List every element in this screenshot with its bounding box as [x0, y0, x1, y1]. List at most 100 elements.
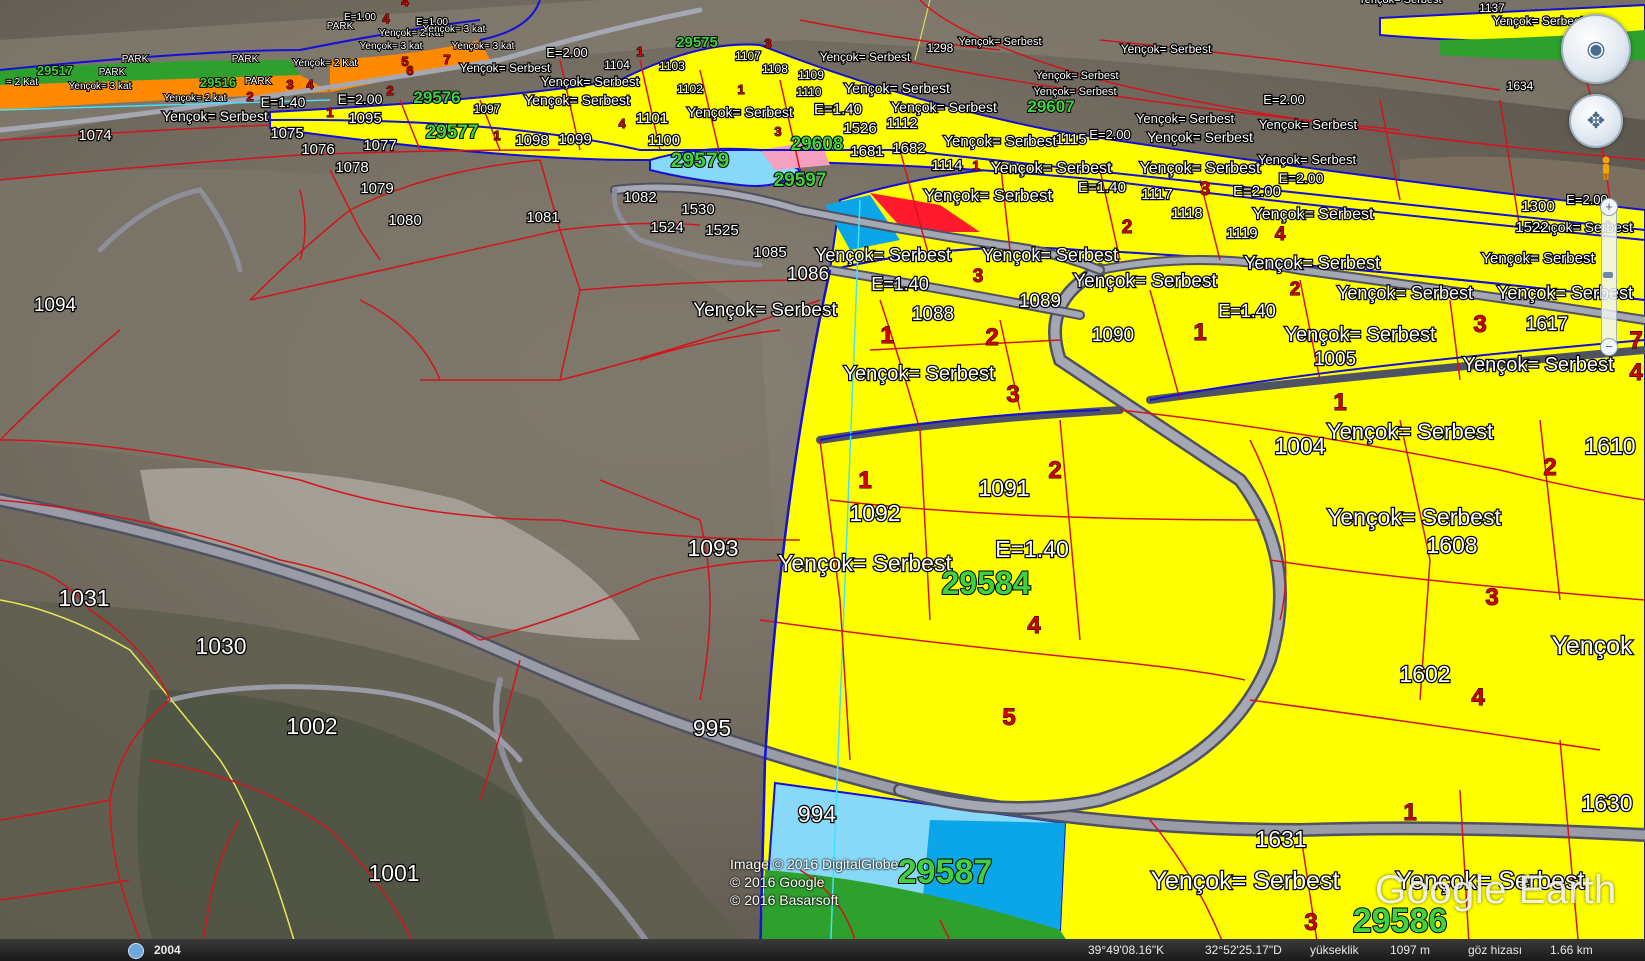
zoning-label: Yençok= Serbest: [162, 108, 268, 124]
small-label: Yençok= 3 kat: [360, 41, 423, 52]
map-canvas[interactable]: Yençok= Serbest Yençok= Serbest Yençok= Se…: [0, 0, 1645, 961]
parcel-number: 1005: [1314, 349, 1356, 370]
zoom-slider-thumb[interactable]: [1603, 272, 1613, 278]
zoning-label: Yençok= Serbest: [843, 363, 994, 385]
zone-id: 29577: [426, 122, 479, 143]
zone-id: 29517: [37, 63, 73, 78]
parcel-number: 1094: [34, 295, 77, 316]
density-label: E=1.40: [995, 536, 1069, 562]
parcel-number: 1077: [363, 137, 396, 154]
zoning-label: Yençok: [1551, 632, 1633, 660]
lot-number: 3: [1200, 179, 1211, 200]
lot-number: 3: [1304, 909, 1317, 936]
zoning-label: Yençok= Serbest: [815, 245, 951, 265]
density-label: E=1.40: [871, 274, 929, 294]
parcel-number: 1095: [348, 110, 381, 127]
zone-id: 29576: [413, 88, 460, 107]
status-bar: 2004 39°49'08.16"K 32°52'25.17"D yüksekl…: [0, 939, 1645, 961]
lot-number: 3: [973, 266, 984, 287]
lot-number: 1: [1403, 799, 1416, 826]
zoning-label: Yençok= Serbest: [982, 245, 1118, 265]
lot-number: 4: [1027, 612, 1041, 639]
parcel-number: 1102: [677, 82, 703, 96]
small-label: PARK: [327, 21, 354, 32]
parcel-number: 995: [693, 715, 731, 741]
parcel-number: 1091: [978, 475, 1029, 501]
parcel-number: 1526: [843, 120, 876, 137]
imagery-year[interactable]: 2004: [154, 939, 181, 961]
density-label: E=1.40: [814, 101, 862, 118]
lot-number: 6: [406, 63, 413, 78]
zoning-label: Yençok= Serbest: [1327, 419, 1493, 444]
historical-imagery-icon[interactable]: [128, 943, 144, 959]
zone-id: 29607: [1027, 97, 1074, 116]
small-label: PARK: [122, 54, 149, 65]
lot-number: 4: [382, 11, 390, 26]
parcel-number: 1090: [1092, 325, 1134, 346]
parcel-number: 1115: [1055, 131, 1086, 148]
small-label: PARK: [245, 76, 272, 87]
small-label: PARK: [232, 54, 259, 65]
look-control[interactable]: ◉: [1561, 14, 1631, 84]
parcel-number: 994: [798, 801, 837, 827]
zoom-slider[interactable]: + −: [1600, 198, 1618, 356]
parcel-number: 1610: [1584, 433, 1635, 459]
small-label: = 2 Kat: [6, 77, 38, 88]
google-earth-logo: Google Earth: [1375, 868, 1617, 912]
parcel-number: 1530: [681, 201, 714, 218]
zoom-in-button[interactable]: +: [1600, 198, 1618, 216]
credit-line: © 2016 Google: [730, 874, 825, 890]
longitude-readout: 32°52'25.17"D: [1205, 943, 1282, 957]
parcel-number: 1078: [335, 159, 368, 176]
elevation-label: yükseklik: [1310, 943, 1359, 957]
lot-number: 3: [1473, 311, 1486, 338]
parcel-number: 1093: [687, 535, 738, 561]
parcel-number: 1117: [1141, 186, 1172, 203]
lot-number: 4: [1471, 684, 1485, 711]
parcel-number: 1119: [1226, 225, 1257, 242]
zoning-label: Yençok= Serbest: [1462, 354, 1613, 376]
lot-number: 1: [858, 467, 871, 494]
parcel-number: 1602: [1399, 661, 1450, 687]
zone-id: 29575: [676, 34, 718, 51]
parcel-number: 1080: [388, 212, 421, 229]
parcel-number: 1074: [78, 127, 111, 144]
lot-number: 1: [326, 105, 333, 120]
parcel-number: 1103: [659, 59, 685, 73]
parcel-number: 1031: [58, 585, 109, 611]
zoning-label: Yençok= Serbest: [1121, 42, 1212, 56]
density-label: E=1.40: [1218, 301, 1276, 321]
zoning-label: Yençok= Serbest: [1136, 111, 1235, 126]
parcel-number: 1101: [636, 110, 668, 127]
street-view-pegman-icon[interactable]: [1601, 156, 1611, 180]
parcel-number: 1634: [1507, 79, 1534, 93]
lot-number: 4: [306, 77, 314, 92]
lot-number: 2: [1543, 454, 1556, 481]
lot-number: 4: [401, 0, 409, 9]
zone-id: 29516: [200, 75, 236, 90]
hand-icon: ✥: [1586, 108, 1606, 133]
imagery-credits: Image © 2016 DigitalGlobe © 2016 Google …: [730, 855, 898, 909]
density-label: E=2.00: [1279, 170, 1324, 186]
parcel-number: 1002: [286, 713, 337, 739]
zoning-label: Yençok= Serbest: [1259, 117, 1358, 132]
zoning-label: Yençok= Serbest: [460, 61, 551, 75]
lot-number: 2: [985, 324, 998, 351]
parcel-number: 1522: [1515, 219, 1548, 236]
move-control[interactable]: ✥: [1569, 94, 1623, 148]
small-label: Yençok= 2 kat: [164, 93, 227, 104]
parcel-number: 1001: [368, 860, 419, 886]
small-label: Yençok= 3 kat: [423, 24, 486, 35]
zoning-label: Yençok= Serbest: [1358, 0, 1441, 6]
lot-number: 2: [1290, 279, 1301, 300]
zoning-label: Yençok= Serbest: [1151, 867, 1340, 895]
density-label: E=2.00: [546, 45, 588, 60]
parcel-number: 1081: [526, 209, 559, 226]
latitude-readout: 39°49'08.16"K: [1088, 943, 1165, 957]
parcel-number: 1112: [886, 115, 917, 132]
zoning-label: Yençok= Serbest: [524, 92, 630, 108]
zoom-out-button[interactable]: −: [1600, 338, 1618, 356]
zoning-label: Yençok= Serbest: [778, 550, 952, 576]
lot-number: 2: [1122, 217, 1133, 238]
small-label: Yençok= 3 kat: [452, 41, 515, 52]
